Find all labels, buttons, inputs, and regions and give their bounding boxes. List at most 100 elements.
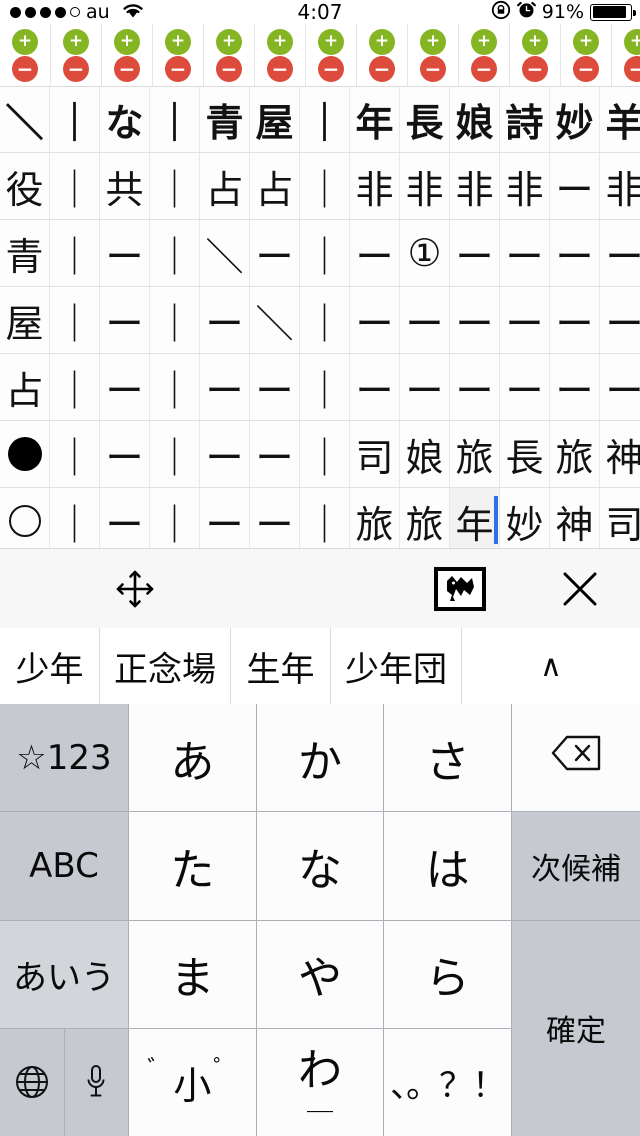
sheet-cell[interactable]: 旅 (350, 488, 400, 548)
sheet-cell[interactable]: ー (400, 287, 450, 353)
sheet-cell[interactable]: ｜ (150, 488, 200, 548)
sheet-cell[interactable]: 非 (600, 153, 640, 219)
sheet-cell[interactable]: ＼ (250, 287, 300, 353)
minus-button[interactable]: − (114, 55, 140, 82)
sheet-cell[interactable]: ー (450, 287, 500, 353)
key-confirm[interactable]: 確定 (511, 920, 640, 1136)
sheet-cell[interactable]: ー (550, 153, 600, 219)
minus-button[interactable]: − (420, 55, 446, 82)
sheet-cell[interactable]: ｜ (50, 421, 100, 487)
sheet-cell[interactable]: ー (400, 354, 450, 420)
sheet-cell[interactable]: ー (250, 220, 300, 286)
plus-button[interactable]: + (318, 28, 344, 55)
key-ma[interactable]: ま (129, 920, 256, 1028)
sheet-cell[interactable]: ｜ (50, 354, 100, 420)
sheet-cell[interactable]: ー (100, 287, 150, 353)
sheet-cell[interactable]: ー (600, 354, 640, 420)
sheet-cell[interactable]: ｜ (150, 287, 200, 353)
sheet-cell[interactable]: ＼ (200, 220, 250, 286)
sheet-cell[interactable]: 神 (550, 488, 600, 548)
minus-button[interactable]: − (216, 55, 242, 82)
spreadsheet-grid[interactable]: ＼ ｜な｜青屋｜年長娘詩妙羊役｜共｜占占｜非非非非ー非青｜ー｜ ＼ ー｜ー ① ーーーー屋… (0, 86, 640, 548)
sheet-cell[interactable]: ｜ (300, 354, 350, 420)
sheet-cell[interactable]: ー (450, 354, 500, 420)
sheet-cell[interactable]: ｜ (50, 220, 100, 286)
sheet-cell[interactable]: 娘 (400, 421, 450, 487)
suggestion-item[interactable]: 少年 (0, 628, 100, 704)
sheet-cell[interactable]: 非 (500, 153, 550, 219)
sheet-cell[interactable]: 共 (100, 153, 150, 219)
sheet-cell[interactable]: ｜ (300, 153, 350, 219)
minus-button[interactable]: − (573, 55, 599, 82)
sheet-cell[interactable]: ｜ (50, 488, 100, 548)
sheet-cell[interactable]: ｜ (50, 86, 100, 152)
sheet-cell[interactable]: 占 (250, 153, 300, 219)
key-ta[interactable]: た (129, 812, 256, 920)
microphone-icon[interactable] (64, 1028, 128, 1136)
sheet-cell[interactable]: 青 (0, 220, 50, 286)
sheet-cell[interactable]: ｜ (300, 488, 350, 548)
sheet-cell[interactable]: 旅 (450, 421, 500, 487)
sheet-cell[interactable]: 占 (0, 354, 50, 420)
plus-button[interactable]: + (267, 28, 293, 55)
key-abc[interactable]: ABC (0, 812, 128, 920)
sheet-cell[interactable]: ー (550, 354, 600, 420)
sheet-cell[interactable] (0, 421, 50, 487)
suggestion-item[interactable]: 正念場 (100, 628, 231, 704)
sheet-cell[interactable]: ー (250, 421, 300, 487)
minus-button[interactable]: − (369, 55, 395, 82)
plus-button[interactable]: + (573, 28, 599, 55)
sheet-cell[interactable]: ー (600, 220, 640, 286)
key-ha[interactable]: は (384, 812, 511, 920)
key-wa[interactable]: わ ＿ (256, 1028, 384, 1136)
sheet-cell[interactable]: 詩 (500, 86, 550, 152)
sheet-cell[interactable]: ー (100, 421, 150, 487)
sheet-cell[interactable]: ｜ (300, 220, 350, 286)
sheet-cell[interactable]: ー (350, 220, 400, 286)
sheet-cell[interactable]: ー (350, 354, 400, 420)
sheet-cell[interactable]: ー (500, 287, 550, 353)
sheet-cell[interactable]: ー (200, 354, 250, 420)
minus-button[interactable]: − (318, 55, 344, 82)
key-a[interactable]: あ (129, 704, 256, 812)
sheet-cell[interactable]: ー (200, 488, 250, 548)
key-symbols-123[interactable]: ☆123 (0, 704, 128, 812)
sheet-cell[interactable]: 旅 (400, 488, 450, 548)
insert-image-button[interactable] (400, 549, 520, 629)
minus-button[interactable]: − (63, 55, 89, 82)
plus-button[interactable]: + (522, 28, 548, 55)
key-delete[interactable] (511, 704, 640, 812)
move-arrows-button[interactable] (0, 549, 270, 629)
key-sa[interactable]: さ (384, 704, 511, 812)
japanese-kana-keyboard[interactable]: ☆123 あ か さ ABC た な は 次候補 あいう ま や ら確定゛小゜ わ ＿ 、。？！ (0, 704, 640, 1136)
sheet-cell[interactable]: ｜ (300, 421, 350, 487)
minus-button[interactable]: − (624, 55, 640, 82)
sheet-cell[interactable]: ー (550, 220, 600, 286)
sheet-cell[interactable]: 非 (350, 153, 400, 219)
plus-button[interactable]: + (63, 28, 89, 55)
sheet-cell[interactable]: ー (250, 488, 300, 548)
suggestion-item[interactable]: 生年 (231, 628, 331, 704)
sheet-cell[interactable]: 長 (500, 421, 550, 487)
sheet-cell[interactable]: 娘 (450, 86, 500, 152)
plus-button[interactable]: + (624, 28, 640, 55)
sheet-cell[interactable]: な (100, 86, 150, 152)
sheet-cell[interactable]: ー (350, 287, 400, 353)
plus-button[interactable]: + (471, 28, 497, 55)
plus-button[interactable]: + (165, 28, 191, 55)
plus-button[interactable]: + (420, 28, 446, 55)
minus-button[interactable]: − (522, 55, 548, 82)
candidate-suggestions-bar[interactable]: 少年 正念場 生年 少年団 ∧ (0, 628, 640, 705)
sheet-cell[interactable]: 屋 (250, 86, 300, 152)
expand-candidates-icon[interactable]: ∧ (462, 628, 640, 704)
sheet-cell[interactable]: ー (500, 220, 550, 286)
sheet-cell[interactable]: ー (100, 354, 150, 420)
sheet-cell[interactable]: ー (500, 354, 550, 420)
minus-button[interactable]: − (471, 55, 497, 82)
key-aiu[interactable]: あいう (0, 920, 128, 1028)
key-globe-mic[interactable] (0, 1028, 128, 1136)
sheet-cell[interactable]: 屋 (0, 287, 50, 353)
sheet-cell[interactable]: 妙 (500, 488, 550, 548)
sheet-cell[interactable]: ー (250, 354, 300, 420)
plus-button[interactable]: + (114, 28, 140, 55)
